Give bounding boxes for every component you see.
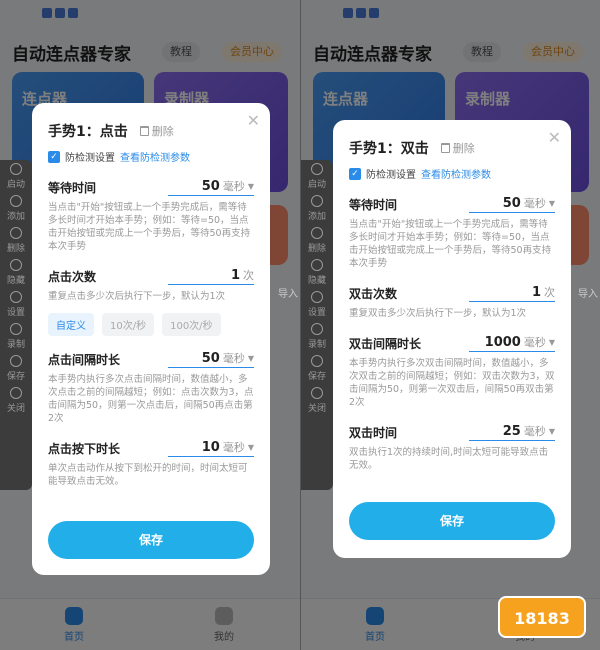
delete-button[interactable]: 删除	[139, 123, 174, 139]
double-click-count-field: 双击次数 1次 重复双击多少次后执行下一步，默认为1次	[349, 284, 555, 319]
tool-close[interactable]: 关闭	[0, 384, 32, 416]
tool-delete[interactable]: 删除	[301, 224, 333, 256]
tool-add[interactable]: 添加	[0, 192, 32, 224]
gear-icon	[311, 290, 323, 303]
import-label: 导入	[278, 289, 298, 300]
speed-100[interactable]: 100次/秒	[162, 313, 221, 336]
left-screen: 自动连点器专家 教程 会员中心 连点器 录制器 首页 我的 导入 启动 添加 删…	[0, 0, 300, 650]
right-screen: 自动连点器专家 教程 会员中心 连点器 录制器 首页 我的 导入 启动 添加 删…	[300, 0, 600, 650]
double-click-time-field: 双击时间 25 毫秒 ▼ 双击执行1次的持续时间,时间太短可能导致点击无效。	[349, 423, 555, 471]
chevron-down-icon: ▼	[247, 181, 254, 191]
floating-toolbar: 启动 添加 删除 隐藏 设置 录制 保存 关闭	[301, 160, 333, 490]
save-button[interactable]: 保存	[48, 521, 254, 559]
double-click-interval-input[interactable]: 1000 毫秒 ▼	[469, 334, 555, 352]
tool-record[interactable]: 录制	[0, 320, 32, 352]
wait-time-field: 等待时间 50 毫秒 ▼ 当点击"开始"按钮或上一个手势完成后，需等待多长时间才开始…	[349, 195, 555, 269]
tool-record[interactable]: 录制	[301, 320, 333, 352]
wait-time-input[interactable]: 50 毫秒 ▼	[168, 178, 254, 196]
gear-icon	[10, 290, 22, 303]
minus-icon	[311, 226, 323, 239]
tool-hide[interactable]: 隐藏	[0, 256, 32, 288]
watermark-logo: 18183	[498, 596, 586, 638]
speed-custom[interactable]: 自定义	[48, 313, 94, 336]
speed-10[interactable]: 10次/秒	[102, 313, 155, 336]
wait-time-input[interactable]: 50 毫秒 ▼	[469, 195, 555, 213]
tool-delete[interactable]: 删除	[0, 224, 32, 256]
record-icon	[311, 322, 323, 335]
chevron-down-icon: ▼	[247, 353, 254, 363]
click-count-field: 点击次数 1次 重复点击多少次后执行下一步，默认为1次 自定义 10次/秒 10…	[48, 267, 254, 336]
double-click-time-input[interactable]: 25 毫秒 ▼	[469, 423, 555, 441]
add-icon	[311, 194, 323, 207]
trash-icon	[139, 126, 149, 136]
play-icon	[10, 162, 22, 175]
dialog-title: 手势1：双击	[349, 141, 429, 157]
eye-off-icon	[311, 258, 323, 271]
close-icon[interactable]: ✕	[247, 111, 260, 130]
anti-detect-checkbox[interactable]: ✓	[48, 150, 60, 163]
tool-save[interactable]: 保存	[0, 352, 32, 384]
add-icon	[10, 194, 22, 207]
tool-save[interactable]: 保存	[301, 352, 333, 384]
close-icon	[311, 386, 323, 399]
click-interval-field: 点击间隔时长 50 毫秒 ▼ 本手势内执行多次点击间隔时间，数值越小，多次点击之前的…	[48, 350, 254, 424]
close-icon[interactable]: ✕	[548, 128, 561, 147]
play-icon	[311, 162, 323, 175]
save-icon	[10, 354, 22, 367]
press-duration-input[interactable]: 10 毫秒 ▼	[168, 439, 254, 457]
tool-start[interactable]: 启动	[0, 160, 32, 192]
dialog-title: 手势1：点击	[48, 124, 128, 140]
tool-settings[interactable]: 设置	[301, 288, 333, 320]
anti-detect-checkbox[interactable]: ✓	[349, 167, 361, 180]
save-button[interactable]: 保存	[349, 502, 555, 540]
double-click-count-input[interactable]: 1次	[469, 284, 555, 302]
chevron-down-icon: ▼	[247, 442, 254, 452]
tool-close[interactable]: 关闭	[301, 384, 333, 416]
anti-detect-link[interactable]: 查看防检测参数	[120, 149, 190, 164]
save-icon	[311, 354, 323, 367]
close-icon	[10, 386, 22, 399]
import-label: 导入	[578, 289, 598, 300]
record-icon	[10, 322, 22, 335]
chevron-down-icon: ▼	[548, 198, 555, 208]
tool-start[interactable]: 启动	[301, 160, 333, 192]
chevron-down-icon: ▼	[548, 337, 555, 347]
gesture-dialog-click: ✕ 手势1：点击 删除 ✓ 防检测设置 查看防检测参数 等待时间 50 毫秒 ▼ 当…	[32, 103, 270, 575]
tool-hide[interactable]: 隐藏	[301, 256, 333, 288]
double-click-interval-field: 双击间隔时长 1000 毫秒 ▼ 本手势内执行多次双击间隔时间，数值越小，多次双击之…	[349, 334, 555, 408]
eye-off-icon	[10, 258, 22, 271]
gesture-dialog-double-click: ✕ 手势1：双击 删除 ✓ 防检测设置 查看防检测参数 等待时间 50 毫秒 ▼ 当…	[333, 120, 571, 558]
press-duration-field: 点击按下时长 10 毫秒 ▼ 单次点击动作从按下到松开的时间，时间太短可能导致点击无…	[48, 439, 254, 487]
wait-time-field: 等待时间 50 毫秒 ▼ 当点击"开始"按钮或上一个手势完成后，需等待多长时间才开始…	[48, 178, 254, 252]
minus-icon	[10, 226, 22, 239]
floating-toolbar: 启动 添加 删除 隐藏 设置 录制 保存 关闭	[0, 160, 32, 490]
delete-button[interactable]: 删除	[440, 140, 475, 156]
anti-detect-link[interactable]: 查看防检测参数	[421, 166, 491, 181]
tool-settings[interactable]: 设置	[0, 288, 32, 320]
click-count-input[interactable]: 1次	[168, 267, 254, 285]
chevron-down-icon: ▼	[548, 426, 555, 436]
tool-add[interactable]: 添加	[301, 192, 333, 224]
trash-icon	[440, 143, 450, 153]
click-interval-input[interactable]: 50 毫秒 ▼	[168, 350, 254, 368]
